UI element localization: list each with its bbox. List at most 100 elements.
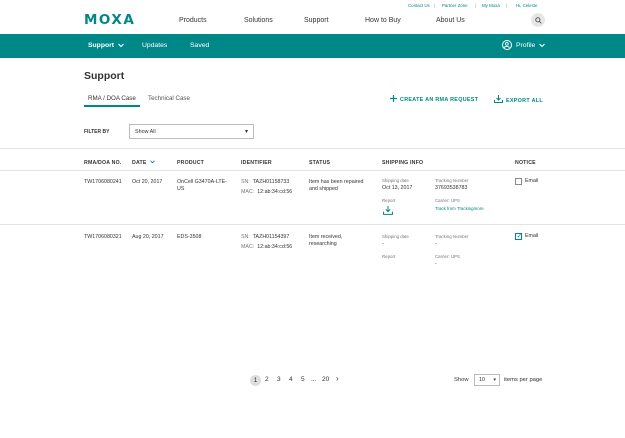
- create-rma-button[interactable]: CREATE AN RMA REQUEST: [390, 95, 478, 103]
- nav-solutions[interactable]: Solutions: [244, 17, 273, 24]
- create-rma-label: CREATE AN RMA REQUEST: [400, 97, 479, 103]
- col-shipping-info: SHIPPING INFO: [382, 160, 424, 166]
- utility-separator: |: [506, 3, 508, 8]
- header-divider: [0, 170, 625, 171]
- caret-down-icon: ▾: [244, 129, 248, 135]
- row2-mac: MAC: 12:ab:34:cd:56: [241, 243, 292, 251]
- row2-mac-label: MAC:: [241, 244, 255, 250]
- row1-product-line2: US: [177, 186, 185, 192]
- row1-date: Oct 20, 2017: [132, 179, 163, 185]
- col-date[interactable]: DATE: [132, 160, 156, 166]
- row1-mac-value: 12:ab:34:cd:56: [257, 189, 293, 195]
- page-title: Support: [84, 70, 125, 82]
- subnav-support-label: Support: [88, 42, 115, 49]
- download-icon: [494, 95, 503, 103]
- utility-separator: |: [475, 3, 477, 8]
- row2-email-checkbox[interactable]: [515, 232, 522, 240]
- row1-mac-label: MAC:: [241, 189, 255, 195]
- row1-tracking-label: Tracking Number: [435, 178, 469, 183]
- row2-tracking: -: [435, 241, 437, 247]
- profile-icon[interactable]: [502, 40, 512, 50]
- sort-chevron-down-icon: [150, 160, 156, 164]
- chevron-down-icon: [539, 43, 546, 47]
- col-status: STATUS: [309, 160, 331, 166]
- profile-label: Profile: [516, 42, 536, 49]
- nav-support[interactable]: Support: [304, 17, 329, 24]
- row1-status-line2: and shipped: [309, 186, 338, 192]
- row2-rma: TW1706080321: [84, 234, 122, 240]
- row2-report-label: Report: [382, 254, 396, 259]
- nav-products[interactable]: Products: [179, 17, 207, 24]
- filter-dropdown[interactable]: Show All ▾: [129, 124, 254, 139]
- page-2-button[interactable]: 2: [265, 376, 269, 383]
- tab-rma-doa[interactable]: RMA / DOA Case: [88, 95, 136, 102]
- nav-how-to-buy[interactable]: How to Buy: [365, 17, 401, 24]
- plus-icon: [390, 95, 397, 102]
- col-date-label: DATE: [132, 160, 147, 166]
- report-download-icon[interactable]: [383, 206, 393, 217]
- row2-shipping-date-label: Shipping date: [382, 234, 409, 239]
- row2-date: Aug 20, 2017: [132, 234, 164, 240]
- row1-tracking-link[interactable]: 37693538783: [435, 184, 467, 192]
- nav-about-us[interactable]: About Us: [436, 17, 465, 24]
- partner-zone-link[interactable]: Partner Zone: [442, 3, 468, 8]
- show-label: Show: [454, 377, 469, 383]
- filter-label: FILTER BY: [84, 129, 110, 135]
- row1-report-label: Report: [382, 198, 396, 203]
- row2-email-label: Email: [525, 233, 539, 239]
- export-all-label: EXPORT ALL: [506, 98, 543, 104]
- row1-email-checkbox[interactable]: [515, 178, 522, 185]
- search-button[interactable]: [531, 13, 545, 27]
- subnav-support[interactable]: Support: [88, 42, 124, 49]
- row1-carrier-track-link[interactable]: Track from Trackingmore: [435, 206, 484, 211]
- items-per-page-label: items per page: [504, 377, 543, 383]
- per-page-value: 10: [479, 377, 486, 383]
- page-1-button[interactable]: 1: [250, 375, 261, 386]
- subnav-updates[interactable]: Updates: [142, 42, 167, 49]
- row2-sn: SN: TAZH01154397: [241, 233, 289, 241]
- tab-technical-case[interactable]: Technical Case: [148, 95, 190, 102]
- row2-carrier-value: -: [435, 261, 437, 267]
- row2-status-line2: researching: [309, 241, 337, 247]
- search-icon: [534, 16, 542, 24]
- row-divider: [0, 224, 625, 225]
- next-page-chevron-icon[interactable]: ›: [336, 374, 339, 383]
- row1-sn-label: SN:: [241, 179, 250, 185]
- my-moxa-link[interactable]: My Moxa: [482, 3, 500, 8]
- contact-us-link[interactable]: Contact Us: [408, 3, 430, 8]
- page-ellipsis: ...: [311, 376, 317, 383]
- row2-tracking-label: Tracking Number: [435, 234, 469, 239]
- row2-mac-value: 12:ab:34:cd:56: [257, 244, 293, 250]
- row2-shipping-date: -: [382, 241, 384, 247]
- row1-rma: TW1706080241: [84, 179, 122, 185]
- caret-down-icon: ▾: [493, 376, 496, 383]
- subnav-saved[interactable]: Saved: [190, 42, 209, 49]
- user-greeting[interactable]: Hi, Celeste: [516, 3, 537, 8]
- row1-mac: MAC: 12:ab:34:cd:56: [241, 188, 292, 196]
- chevron-down-icon: [118, 43, 124, 47]
- col-identifier: IDENTIFIER: [241, 160, 272, 166]
- utility-separator: |: [434, 3, 436, 8]
- row2-sn-value: TAZH01154397: [252, 234, 290, 240]
- row1-shipping-date: Oct 13, 2017: [382, 185, 413, 191]
- export-all-button[interactable]: EXPORT ALL: [494, 95, 543, 104]
- col-rma-no: RMA/DOA NO.: [84, 160, 122, 166]
- row1-product-line1: OnCell G3470A-LTE-: [177, 179, 227, 185]
- row2-carrier-label: Carrier: UPS: [435, 254, 460, 259]
- row1-sn: SN: TAZH01158733: [241, 178, 289, 186]
- section-divider: [0, 148, 625, 149]
- row1-carrier-label: Carrier: UPS: [435, 198, 460, 203]
- items-per-page-dropdown[interactable]: 10 ▾: [474, 374, 500, 386]
- page-3-button[interactable]: 3: [277, 376, 281, 383]
- col-notice: NOTICE: [515, 160, 536, 166]
- page-4-button[interactable]: 4: [289, 376, 293, 383]
- row1-sn-value: TAZH01158733: [252, 179, 290, 185]
- filter-value: Show All: [135, 129, 156, 135]
- row2-product-line1: EDS-3508: [177, 234, 202, 240]
- moxa-logo[interactable]: MOXA: [84, 12, 135, 28]
- row1-shipping-date-label: Shipping date: [382, 178, 409, 183]
- profile-menu[interactable]: Profile: [516, 42, 546, 49]
- page-20-button[interactable]: 20: [322, 376, 329, 383]
- active-tab-indicator: [84, 105, 140, 107]
- page-5-button[interactable]: 5: [301, 376, 305, 383]
